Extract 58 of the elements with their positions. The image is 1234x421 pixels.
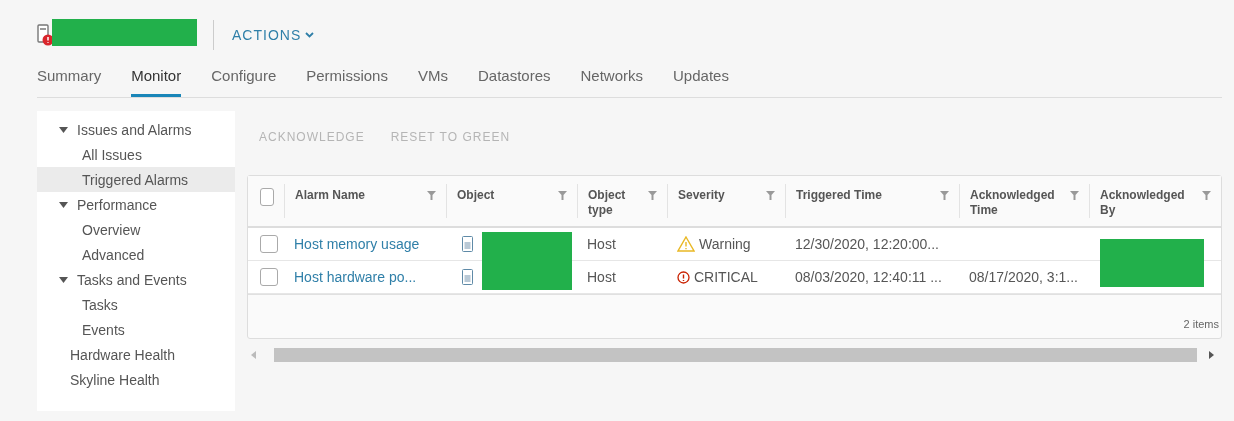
- tab[interactable]: Configure: [211, 62, 277, 97]
- caret-icon[interactable]: [59, 276, 68, 283]
- column-header[interactable]: Object: [457, 188, 495, 203]
- column-header[interactable]: Triggered Time: [796, 188, 882, 203]
- table-cell: 08/03/2020, 12:40:11 ...: [795, 269, 942, 285]
- table-cell: 08/17/2020, 3:1...: [969, 269, 1078, 285]
- chevron-icon: [305, 32, 315, 38]
- scroll-left-icon[interactable]: [251, 351, 256, 359]
- table-cell: Host: [587, 236, 616, 252]
- filter-icon[interactable]: [766, 191, 775, 200]
- row-checkbox[interactable]: [260, 235, 278, 253]
- filter-icon[interactable]: [940, 191, 949, 200]
- filter-icon[interactable]: [427, 191, 436, 200]
- host-alert-icon: [37, 24, 55, 46]
- sidebar-item[interactable]: Performance: [37, 192, 235, 217]
- tab[interactable]: Datastores: [477, 62, 551, 97]
- warning-icon: [677, 236, 695, 252]
- row-checkbox[interactable]: [260, 268, 278, 286]
- column-header[interactable]: Alarm Name: [295, 188, 366, 203]
- sidebar-item[interactable]: Hardware Health: [37, 342, 235, 367]
- select-all-checkbox[interactable]: [260, 188, 274, 206]
- sidebar-item[interactable]: Triggered Alarms: [37, 167, 235, 192]
- tab[interactable]: VMs: [417, 62, 448, 97]
- sidebar-item[interactable]: Skyline Health: [37, 367, 235, 392]
- sidebar-item[interactable]: Overview: [37, 217, 235, 242]
- tab[interactable]: Permissions: [306, 62, 388, 97]
- item-count: 2 items: [1183, 318, 1219, 330]
- column-header[interactable]: Severity: [678, 188, 725, 203]
- scroll-right-icon[interactable]: [1209, 351, 1214, 359]
- caret-icon[interactable]: [59, 201, 68, 208]
- column-header[interactable]: Acknowledged By: [1100, 188, 1202, 218]
- sidebar-item[interactable]: Events: [37, 317, 235, 342]
- column-header[interactable]: Acknowledged Time: [970, 188, 1070, 218]
- server-icon: [462, 236, 473, 252]
- filter-icon[interactable]: [558, 191, 567, 200]
- sidebar-item[interactable]: Issues and Alarms: [37, 117, 235, 142]
- severity-text: CRITICAL: [694, 269, 758, 285]
- sidebar-item[interactable]: All Issues: [37, 142, 235, 167]
- severity-text: Warning: [699, 236, 751, 252]
- sidebar-item[interactable]: Tasks: [37, 292, 235, 317]
- filter-icon[interactable]: [1202, 191, 1211, 200]
- alarm-link[interactable]: Host memory usage: [294, 236, 420, 252]
- column-header[interactable]: Object type: [588, 188, 648, 218]
- tab[interactable]: Networks: [580, 62, 643, 97]
- tab[interactable]: Monitor: [131, 62, 182, 97]
- table-cell: 12/30/2020, 12:20:00...: [795, 236, 939, 252]
- server-icon: [462, 269, 473, 285]
- tab[interactable]: Summary: [37, 62, 102, 97]
- filter-icon[interactable]: [648, 191, 657, 200]
- table-cell: Host: [587, 269, 616, 285]
- sidebar-item[interactable]: Advanced: [37, 242, 235, 267]
- error-icon: [677, 270, 690, 284]
- sidebar-item[interactable]: Tasks and Events: [37, 267, 235, 292]
- tab[interactable]: Updates: [673, 62, 729, 97]
- alarm-link[interactable]: Host hardware po...: [294, 269, 417, 285]
- caret-icon[interactable]: [59, 126, 68, 133]
- actions-menu-button[interactable]: ACTIONS: [232, 27, 315, 43]
- filter-icon[interactable]: [1070, 191, 1079, 200]
